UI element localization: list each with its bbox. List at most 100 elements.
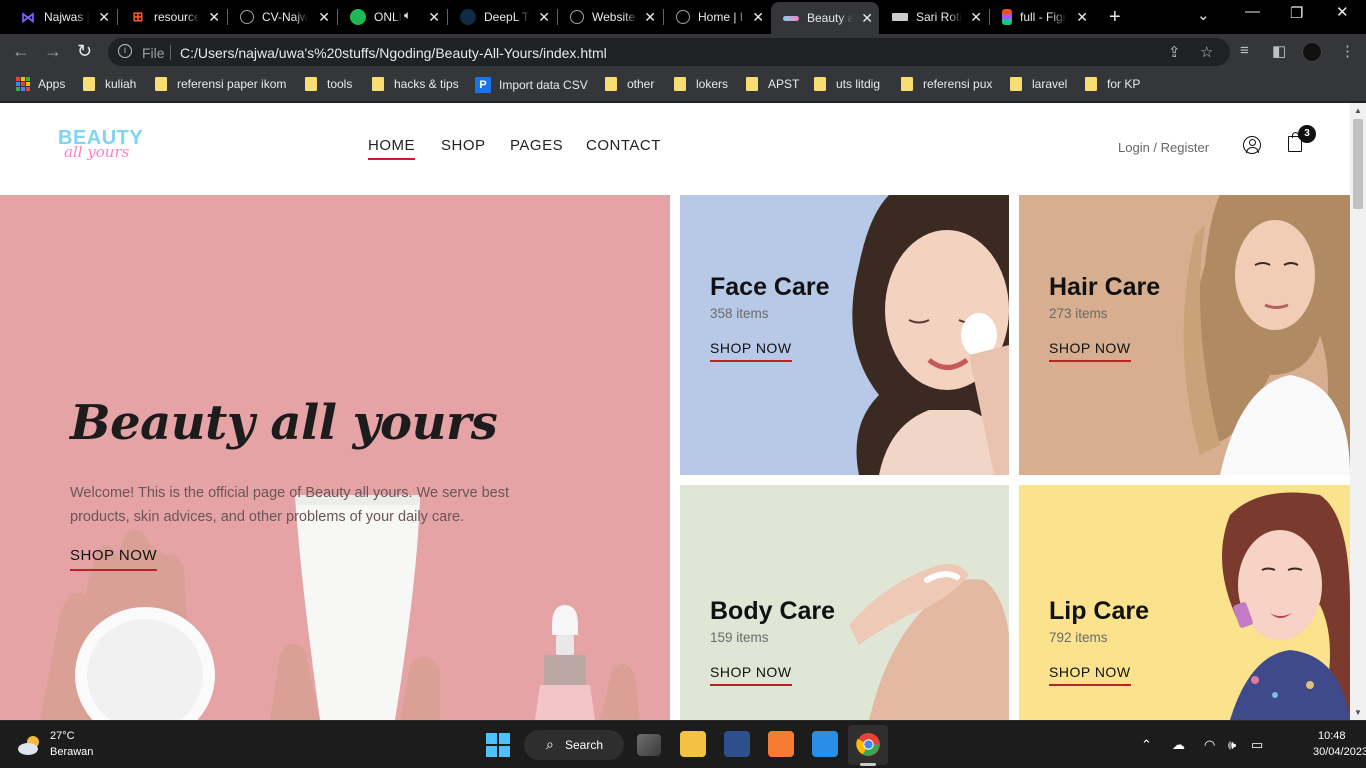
- bookmark-folder[interactable]: for KP: [1085, 77, 1140, 91]
- nav-pages[interactable]: PAGES: [510, 137, 563, 154]
- browser-tab[interactable]: DeepL Translate ✕: [448, 4, 556, 30]
- card-item-count: 273 items: [1049, 306, 1108, 321]
- close-tab-icon[interactable]: ✕: [752, 9, 764, 26]
- hero-banner: Beauty all yours Welcome! This is the of…: [0, 195, 670, 720]
- bookmark-apps[interactable]: Apps: [16, 77, 65, 91]
- page-scrollbar[interactable]: ▲ ▼: [1350, 103, 1366, 720]
- login-register-link[interactable]: Login / Register: [1118, 140, 1209, 155]
- browser-tab[interactable]: ⊞ resources ✕: [118, 4, 226, 30]
- browser-tab-active[interactable]: Beauty all yours ✕: [771, 2, 879, 34]
- info-icon[interactable]: i: [118, 44, 132, 58]
- close-tab-icon[interactable]: ✕: [98, 9, 110, 26]
- user-account-icon[interactable]: [1243, 136, 1261, 154]
- wireshark-icon[interactable]: [724, 731, 750, 757]
- forward-arrow-icon[interactable]: →: [44, 41, 62, 62]
- close-tab-icon[interactable]: ✕: [318, 9, 330, 26]
- menu-kebab-icon[interactable]: ⋮: [1340, 42, 1355, 60]
- profile-avatar[interactable]: [1302, 42, 1322, 62]
- close-tab-icon[interactable]: ✕: [861, 10, 873, 27]
- close-tab-icon[interactable]: ✕: [970, 9, 982, 26]
- folder-icon: [83, 77, 95, 91]
- bookmark-star-icon[interactable]: ☆: [1200, 43, 1213, 61]
- category-card-body-care[interactable]: Body Care 159 items SHOP NOW: [680, 485, 1009, 720]
- nav-home[interactable]: HOME: [368, 137, 415, 160]
- bookmark-page[interactable]: P Import data CSV: [475, 77, 588, 93]
- hair-care-model-image: [1183, 195, 1350, 475]
- hero-shop-now-link[interactable]: SHOP NOW: [70, 547, 158, 571]
- folder-icon: [605, 77, 617, 91]
- address-bar[interactable]: i File C:/Users/najwa/uwa's%20stuffs/Ngo…: [108, 38, 1230, 66]
- clock-date[interactable]: 30/04/2023: [1313, 746, 1366, 758]
- category-card-face-care[interactable]: Face Care 358 items SHOP NOW: [680, 195, 1009, 475]
- card-shop-now-link[interactable]: SHOP NOW: [1049, 664, 1131, 686]
- browser-tab[interactable]: ⋈ Najwas | Najwa's ✕: [8, 4, 116, 30]
- close-tab-icon[interactable]: ✕: [538, 9, 550, 26]
- nav-shop[interactable]: SHOP: [441, 137, 486, 154]
- battery-icon[interactable]: ▭: [1251, 737, 1263, 753]
- card-item-count: 159 items: [710, 630, 769, 645]
- bookmark-folder[interactable]: laravel: [1010, 77, 1067, 91]
- browser-tab[interactable]: full - Figma ✕: [990, 4, 1094, 30]
- nav-contact[interactable]: CONTACT: [586, 137, 661, 154]
- window-close-icon[interactable]: ✕: [1336, 3, 1349, 21]
- volume-icon[interactable]: 🕪︎: [1228, 737, 1236, 753]
- url-text[interactable]: C:/Users/najwa/uwa's%20stuffs/Ngoding/Be…: [180, 45, 607, 61]
- weather-cloud-icon[interactable]: [16, 733, 44, 757]
- restore-icon[interactable]: ❐: [1290, 4, 1303, 22]
- browser-tab[interactable]: Home | I ✕: [664, 4, 770, 30]
- browser-tab[interactable]: Website ✕: [558, 4, 662, 30]
- bookmark-folder[interactable]: hacks & tips: [372, 77, 459, 91]
- folder-icon: [674, 77, 686, 91]
- chrome-icon[interactable]: [856, 732, 881, 757]
- bookmark-folder[interactable]: tools: [305, 77, 352, 91]
- card-shop-now-link[interactable]: SHOP NOW: [1049, 340, 1131, 362]
- reading-list-icon[interactable]: ≡: [1240, 42, 1249, 59]
- close-tab-icon[interactable]: ✕: [208, 9, 220, 26]
- card-shop-now-link[interactable]: SHOP NOW: [710, 340, 792, 362]
- browser-tab[interactable]: Sari Roti ✕: [880, 4, 988, 30]
- bookmark-folder[interactable]: APST: [746, 77, 799, 91]
- bookmark-folder[interactable]: referensi paper ikom: [155, 77, 286, 91]
- file-explorer-icon[interactable]: [680, 731, 706, 757]
- close-tab-icon[interactable]: ✕: [1076, 9, 1088, 26]
- task-view-icon[interactable]: [637, 734, 661, 756]
- bookmark-folder[interactable]: uts litdig: [814, 77, 880, 91]
- card-title: Face Care: [710, 273, 830, 301]
- close-tab-icon[interactable]: ✕: [428, 9, 440, 26]
- tab-search-chevron-icon[interactable]: ⌄: [1197, 6, 1210, 24]
- onedrive-cloud-icon[interactable]: ☁: [1172, 737, 1185, 753]
- browser-tab[interactable]: ONLINE 🔈︎ ✕: [338, 4, 446, 30]
- clock-time[interactable]: 10:48: [1318, 730, 1346, 742]
- new-tab-plus-icon[interactable]: +: [1109, 6, 1121, 29]
- weather-temperature[interactable]: 27°C: [50, 730, 75, 742]
- speaker-icon[interactable]: 🔈︎: [404, 8, 411, 23]
- bookmark-folder[interactable]: lokers: [674, 77, 728, 91]
- taskbar-search[interactable]: ⌕ Search: [524, 730, 624, 760]
- close-tab-icon[interactable]: ✕: [644, 9, 656, 26]
- category-card-hair-care[interactable]: Hair Care 273 items SHOP NOW: [1019, 195, 1350, 475]
- windows-start-icon[interactable]: [486, 733, 510, 757]
- reload-icon[interactable]: ↻: [77, 41, 92, 62]
- back-arrow-icon[interactable]: ←: [12, 41, 30, 62]
- scroll-down-arrow-icon[interactable]: ▼: [1354, 708, 1362, 717]
- browser-tab[interactable]: CV-Najwa ✕: [228, 4, 336, 30]
- bookmark-folder[interactable]: kuliah: [83, 77, 136, 91]
- xampp-icon[interactable]: [768, 731, 794, 757]
- logo-script: all yours: [64, 143, 130, 161]
- show-hidden-icons-chevron-icon[interactable]: ⌃: [1141, 737, 1152, 753]
- wifi-icon[interactable]: ◠: [1204, 737, 1215, 753]
- category-card-lip-care[interactable]: Lip Care 792 items SHOP NOW: [1019, 485, 1350, 720]
- card-shop-now-link[interactable]: SHOP NOW: [710, 664, 792, 686]
- bookmark-folder[interactable]: referensi pux: [901, 77, 992, 91]
- weather-condition[interactable]: Berawan: [50, 746, 93, 758]
- scroll-up-arrow-icon[interactable]: ▲: [1354, 106, 1362, 115]
- hero-description: Welcome! This is the official page of Be…: [70, 485, 509, 525]
- side-panel-icon[interactable]: ◧: [1272, 42, 1286, 60]
- share-icon[interactable]: ⇪: [1168, 43, 1181, 61]
- bookmark-folder[interactable]: other: [605, 77, 654, 91]
- folder-icon: [814, 77, 826, 91]
- scrollbar-thumb[interactable]: [1353, 119, 1363, 209]
- pearltrees-p-icon: P: [475, 77, 491, 93]
- vscode-icon[interactable]: [812, 731, 838, 757]
- minimize-icon[interactable]: —: [1245, 3, 1260, 20]
